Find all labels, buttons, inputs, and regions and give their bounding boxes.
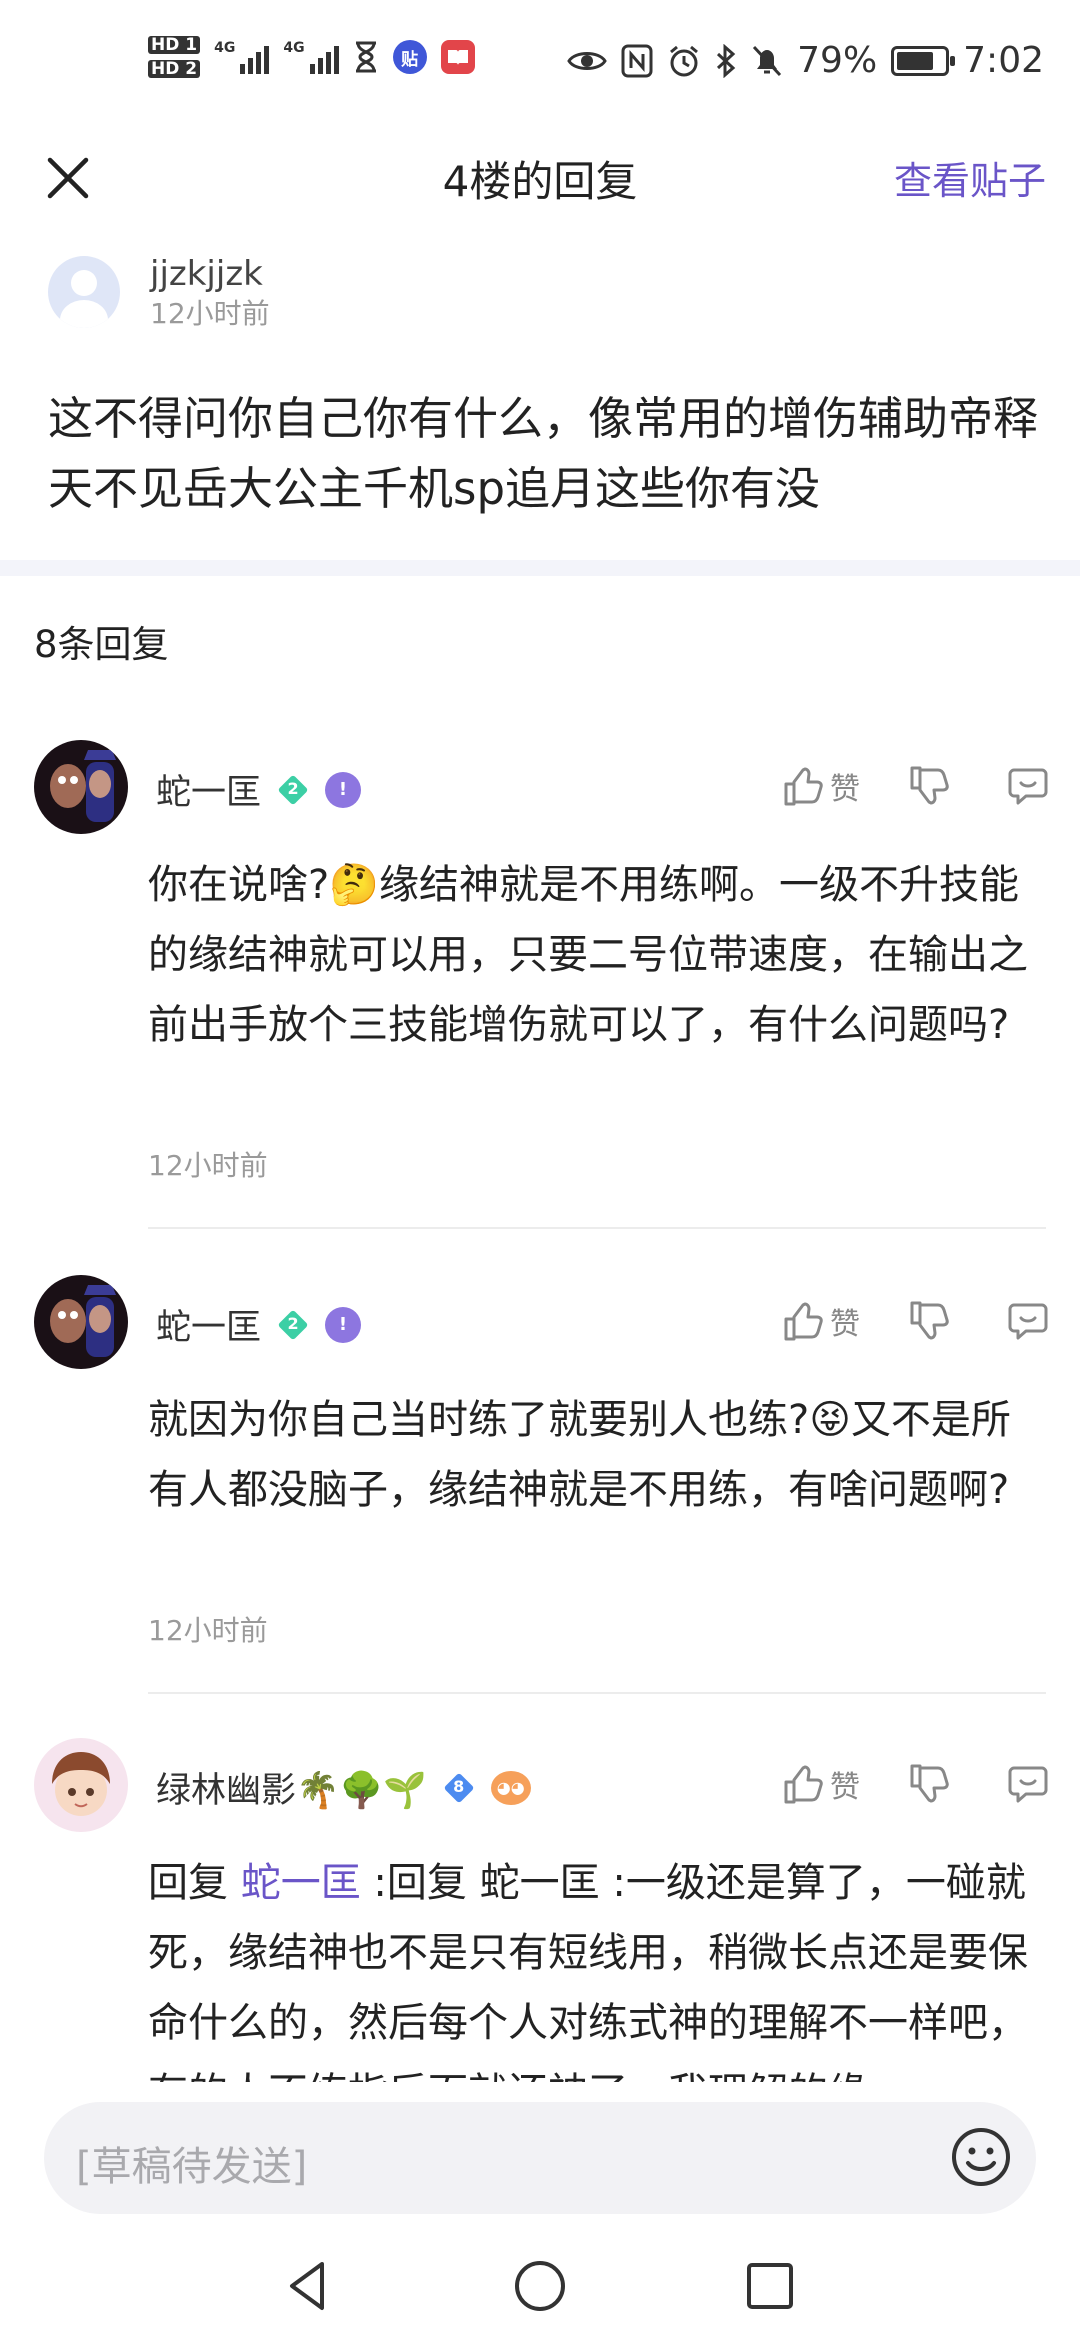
reply-to-user-link[interactable]: 蛇一匡 [241, 1860, 361, 1906]
section-divider [0, 560, 1080, 576]
comment-content: 你在说啥?🤔缘结神就是不用练啊。一级不升技能的缘结神就可以用，只要二号位带速度，… [148, 862, 1028, 1048]
recents-icon[interactable] [738, 2254, 802, 2318]
mute-icon [753, 45, 782, 76]
comment-item: 蛇一匡 2 ! 赞 就因为你自己当时练了就要别人也练?😝又不是所有人都没脑子，缘… [0, 1275, 1080, 1695]
dislike-button[interactable] [906, 1299, 950, 1343]
battery-icon [891, 45, 956, 76]
back-icon[interactable] [278, 2254, 342, 2318]
like-button[interactable]: 赞 [780, 764, 860, 808]
thumbs-up-icon [784, 1302, 823, 1341]
thumbs-up-icon [784, 1765, 823, 1804]
comment-time: 12小时前 [148, 1614, 268, 1647]
level-badge-icon: 2 [275, 775, 311, 805]
comment-bubble-icon [1008, 768, 1048, 805]
view-post-link[interactable]: 查看贴子 [894, 150, 1046, 205]
nfc-icon [621, 44, 653, 77]
book-app-icon [440, 40, 475, 74]
eye-icon [567, 51, 607, 70]
signal-icon: 4G [214, 40, 270, 74]
home-icon[interactable] [508, 2254, 572, 2318]
member-badge-icon: ! [325, 1306, 362, 1343]
thumbs-up-icon [784, 767, 823, 806]
bluetooth-icon [717, 43, 736, 78]
thumbs-down-icon [910, 1764, 949, 1803]
comment-time: 12小时前 [148, 1149, 268, 1182]
comment-bubble-icon [1008, 1303, 1048, 1340]
dislike-button[interactable] [906, 1762, 950, 1806]
hd-indicator: HD 1 HD 2 [148, 36, 201, 78]
hd2-label: HD 2 [148, 60, 201, 78]
author-name[interactable]: jjzkjjzk [150, 252, 270, 296]
comment-bubble-icon [1008, 1766, 1048, 1803]
alarm-icon [670, 45, 699, 76]
avatar[interactable] [34, 1275, 128, 1369]
comment-divider [148, 1692, 1046, 1694]
comment-item: 蛇一匡 2 ! 赞 你在说啥?🤔缘结神就是不用练啊。一级不升技能的缘结神就可以用… [0, 740, 1080, 1230]
thumbs-down-icon [910, 766, 949, 805]
reply-count: 8条回复 [34, 623, 169, 666]
post-content: 这不得问你自己你有什么，像常用的增伤辅助帝释天不见岳大公主千机sp追月这些你有没 [48, 392, 1039, 515]
gamepad-badge-icon: ◕◕ [490, 1770, 531, 1805]
avatar[interactable] [34, 740, 128, 834]
like-label: 赞 [830, 772, 860, 807]
header: 4楼的回复 查看贴子 [0, 130, 1080, 220]
post-author[interactable]: jjzkjjzk 12小时前 [48, 252, 270, 332]
comment-content: 回复 蛇一匡 :回复 蛇一匡 :一级还是算了，一碰就死，缘结神也不是只有短线用，… [148, 1848, 1048, 2082]
emoji-icon[interactable] [948, 2124, 1014, 2190]
commenter-name[interactable]: 蛇一匡 [156, 1299, 261, 1350]
thumbs-down-icon [910, 1301, 949, 1340]
dislike-button[interactable] [906, 764, 950, 808]
comment-content: 就因为你自己当时练了就要别人也练?😝又不是所有人都没脑子，缘结神就是不用练，有啥… [148, 1397, 1011, 1513]
reply-button[interactable] [1006, 1762, 1050, 1806]
avatar[interactable] [48, 256, 120, 328]
like-label: 赞 [830, 1770, 860, 1805]
input-placeholder: [草稿待发送] [76, 2144, 308, 2190]
clock: 7:02 [963, 40, 1044, 81]
comment-input-bar: [草稿待发送] [0, 2082, 1080, 2232]
comment-item: 绿林幽影🌴🌳🌱 8 ◕◕ 赞 回复 蛇一匡 :回复 蛇一匡 :一级还是算了，一碰… [0, 1738, 1080, 2082]
comment-input[interactable]: [草稿待发送] [44, 2102, 1036, 2214]
network-type-1: 4G [214, 40, 236, 56]
system-nav-bar [0, 2232, 1080, 2340]
like-button[interactable]: 赞 [780, 1299, 860, 1343]
hourglass-icon [355, 41, 376, 73]
comment-divider [148, 1227, 1046, 1229]
commenter-name[interactable]: 蛇一匡 [156, 764, 261, 815]
like-label: 赞 [830, 1307, 860, 1342]
battery-percent: 79% [797, 40, 878, 81]
reply-button[interactable] [1006, 1299, 1050, 1343]
status-bar: HD 1 HD 2 4G 4G 贴 79% 7:02 [0, 0, 1080, 130]
commenter-name[interactable]: 绿林幽影🌴🌳🌱 [156, 1762, 427, 1813]
level-badge-icon: 2 [275, 1310, 311, 1340]
like-button[interactable]: 赞 [780, 1762, 860, 1806]
reply-button[interactable] [1006, 764, 1050, 808]
level-badge-icon: 8 [441, 1773, 477, 1803]
hd1-label: HD 1 [148, 36, 201, 54]
network-type-2: 4G [283, 40, 305, 56]
tieba-app-icon: 贴 [392, 40, 427, 74]
post-time: 12小时前 [150, 297, 270, 330]
member-badge-icon: ! [325, 771, 362, 808]
reply-prefix: 回复 [148, 1860, 228, 1906]
signal-icon-2: 4G [283, 40, 339, 74]
avatar[interactable] [34, 1738, 128, 1832]
